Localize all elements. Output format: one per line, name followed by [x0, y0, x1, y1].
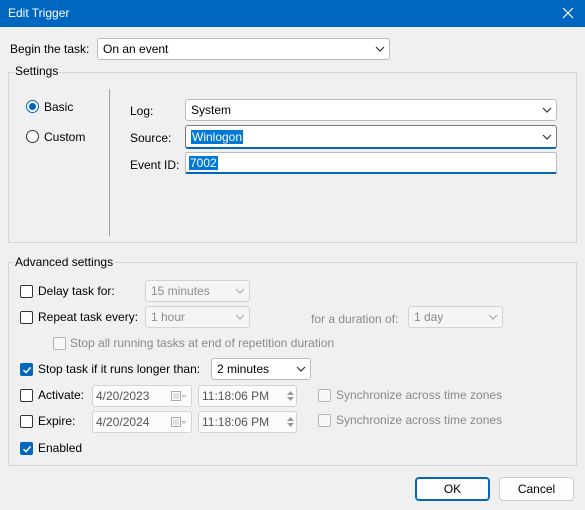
log-label: Log:	[130, 104, 154, 118]
window-title: Edit Trigger	[8, 6, 70, 20]
sync-activate-checkbox[interactable]	[318, 389, 331, 402]
expire-date-picker[interactable]: 4/20/2024	[92, 411, 192, 433]
source-value: Winlogon	[191, 129, 244, 144]
begin-task-label: Begin the task:	[10, 42, 90, 56]
chevron-down-icon	[292, 359, 310, 379]
activate-time-picker[interactable]: 11:18:06 PM	[198, 385, 297, 407]
chevron-down-icon	[538, 100, 556, 120]
delay-dropdown[interactable]: 15 minutes	[145, 280, 250, 302]
delay-value: 15 minutes	[151, 284, 210, 298]
checkmark-icon	[22, 366, 31, 374]
begin-task-dropdown[interactable]: On an event	[97, 38, 390, 60]
delay-label: Delay task for:	[38, 284, 115, 298]
settings-divider	[109, 89, 110, 236]
duration-label: for a duration of:	[311, 312, 399, 326]
chevron-down-icon	[231, 307, 249, 327]
enabled-checkbox[interactable]	[20, 442, 33, 455]
checkmark-icon	[22, 445, 31, 453]
expire-label: Expire:	[38, 414, 76, 428]
stop-long-value: 2 minutes	[217, 362, 270, 376]
close-button[interactable]	[557, 3, 579, 23]
chevron-down-icon	[538, 126, 556, 147]
event-id-label: Event ID:	[130, 158, 180, 172]
ok-button[interactable]: OK	[415, 477, 490, 501]
spin-arrows-icon	[284, 412, 296, 432]
expire-date-value: 4/20/2024	[96, 415, 150, 429]
expire-time-picker[interactable]: 11:18:06 PM	[198, 411, 297, 433]
cancel-button[interactable]: Cancel	[499, 477, 574, 501]
activate-time-value: 11:18:06 PM	[202, 389, 270, 403]
sync-activate-label: Synchronize across time zones	[336, 388, 503, 402]
duration-value: 1 day	[414, 310, 444, 324]
event-id-value: 7002	[189, 155, 218, 170]
event-id-input[interactable]: 7002	[185, 152, 557, 174]
expire-checkbox[interactable]	[20, 415, 33, 428]
chevron-down-icon	[231, 281, 249, 301]
activate-checkbox[interactable]	[20, 389, 33, 402]
radio-basic-label: Basic	[44, 100, 74, 114]
stop-long-dropdown[interactable]: 2 minutes	[211, 358, 311, 380]
begin-task-value: On an event	[103, 42, 169, 56]
activate-date-picker[interactable]: 4/20/2023	[92, 385, 192, 407]
repeat-label: Repeat task every:	[38, 310, 139, 324]
source-dropdown[interactable]: Winlogon	[185, 125, 557, 149]
stop-long-label: Stop task if it runs longer than:	[38, 362, 201, 376]
chevron-down-icon	[484, 307, 502, 327]
log-dropdown[interactable]: System	[185, 99, 557, 121]
calendar-icon	[167, 391, 191, 401]
spin-arrows-icon	[284, 386, 296, 406]
close-icon	[562, 7, 574, 19]
radio-custom[interactable]	[26, 130, 39, 143]
log-value: System	[191, 103, 232, 117]
calendar-icon	[167, 417, 191, 427]
delay-checkbox[interactable]	[20, 285, 33, 298]
activate-date-value: 4/20/2023	[96, 389, 150, 403]
enabled-label: Enabled	[38, 441, 83, 455]
title-bar: Edit Trigger	[0, 0, 585, 27]
repeat-value: 1 hour	[151, 310, 186, 324]
expire-time-value: 11:18:06 PM	[202, 415, 270, 429]
stop-all-label: Stop all running tasks at end of repetit…	[70, 336, 335, 350]
sync-expire-label: Synchronize across time zones	[336, 413, 503, 427]
stop-all-checkbox[interactable]	[53, 337, 66, 350]
advanced-settings-label: Advanced settings	[14, 255, 115, 269]
settings-group-label: Settings	[14, 64, 60, 78]
repeat-checkbox[interactable]	[20, 311, 33, 324]
radio-basic[interactable]	[26, 100, 39, 113]
activate-label: Activate:	[38, 388, 85, 402]
chevron-down-icon	[371, 39, 389, 59]
source-label: Source:	[130, 131, 172, 145]
sync-expire-checkbox[interactable]	[318, 414, 331, 427]
duration-dropdown[interactable]: 1 day	[408, 306, 503, 328]
radio-custom-label: Custom	[44, 130, 86, 144]
stop-long-checkbox[interactable]	[20, 363, 33, 376]
repeat-dropdown[interactable]: 1 hour	[145, 306, 250, 328]
